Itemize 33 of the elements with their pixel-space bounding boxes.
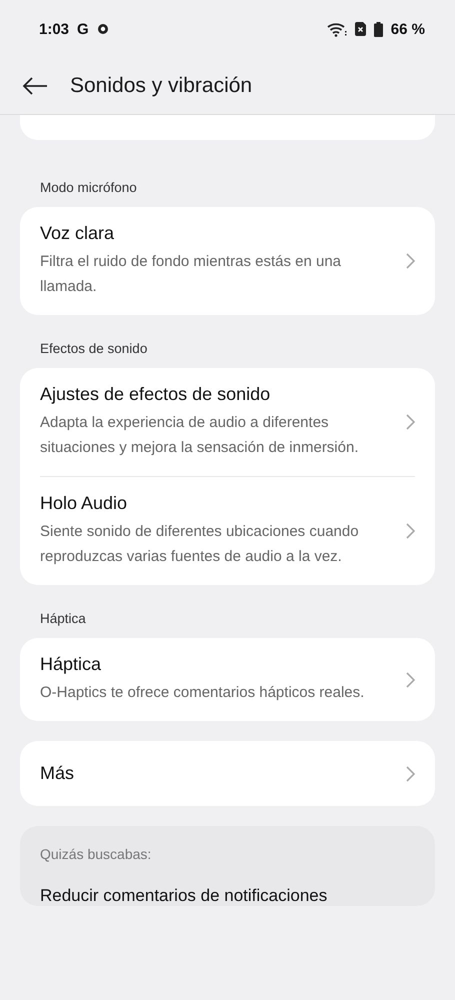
- sim-icon: [354, 22, 366, 36]
- circle-icon: [96, 23, 109, 35]
- chevron-right-icon: [406, 672, 415, 688]
- chevron-right-icon: [406, 253, 415, 269]
- item-title: Voz clara: [40, 223, 116, 244]
- item-description: Filtra el ruido de fondo mientras estás en una llamada.: [40, 252, 342, 297]
- item-title: Más: [40, 763, 76, 784]
- section-header: Háptica: [39, 610, 87, 628]
- item-description: Siente sonido de diferentes ubicaciones cuando reproduzcas varias fuentes de audio a la vez.: [40, 522, 360, 567]
- item-title: Holo Audio: [40, 493, 128, 514]
- item-description: O-Haptics te ofrece comentarios hápticos reales.: [40, 683, 366, 703]
- chevron-right-icon: [406, 414, 415, 430]
- page-title: Sonidos y vibración: [70, 74, 252, 98]
- settings-item[interactable]: Más: [40, 741, 415, 806]
- section-header: Efectos de sonido: [39, 340, 148, 358]
- settings-item[interactable]: Voz clara Filtra el ruido de fondo mientras estás en una llamada.: [40, 207, 415, 315]
- item-title: Háptica: [40, 654, 102, 675]
- item-title: Ajustes de efectos de sonido: [40, 384, 272, 405]
- back-arrow-icon[interactable]: [22, 77, 48, 95]
- suggestion-link[interactable]: Reducir comentarios de notificaciones: [40, 886, 415, 906]
- suggestions-title: Quizás buscabas:: [40, 846, 152, 862]
- wifi-icon: [326, 22, 347, 36]
- settings-item[interactable]: Háptica O-Haptics te ofrece comentarios hápticos reales.: [40, 638, 415, 721]
- battery-percentage: 66 %: [390, 20, 425, 38]
- item-description: Adapta la experiencia de audio a diferentes situaciones y mejora la sensación de inmersión.: [40, 413, 360, 458]
- time: 1:03: [39, 20, 70, 38]
- notification-letter: G: [77, 20, 89, 38]
- settings-item[interactable]: Holo Audio Siente sonido de diferentes ubicaciones cuando reproduzcas varias fuentes de audio a la vez.: [40, 476, 415, 585]
- section-header: Modo micrófono: [39, 179, 138, 197]
- settings-item[interactable]: Ajustes de efectos de sonido Adapta la experiencia de audio a diferentes situaciones y mejora la sensación de inmersión.: [40, 368, 415, 476]
- chevron-right-icon: [406, 523, 415, 539]
- battery-icon: [374, 22, 383, 36]
- chevron-right-icon: [406, 766, 415, 782]
